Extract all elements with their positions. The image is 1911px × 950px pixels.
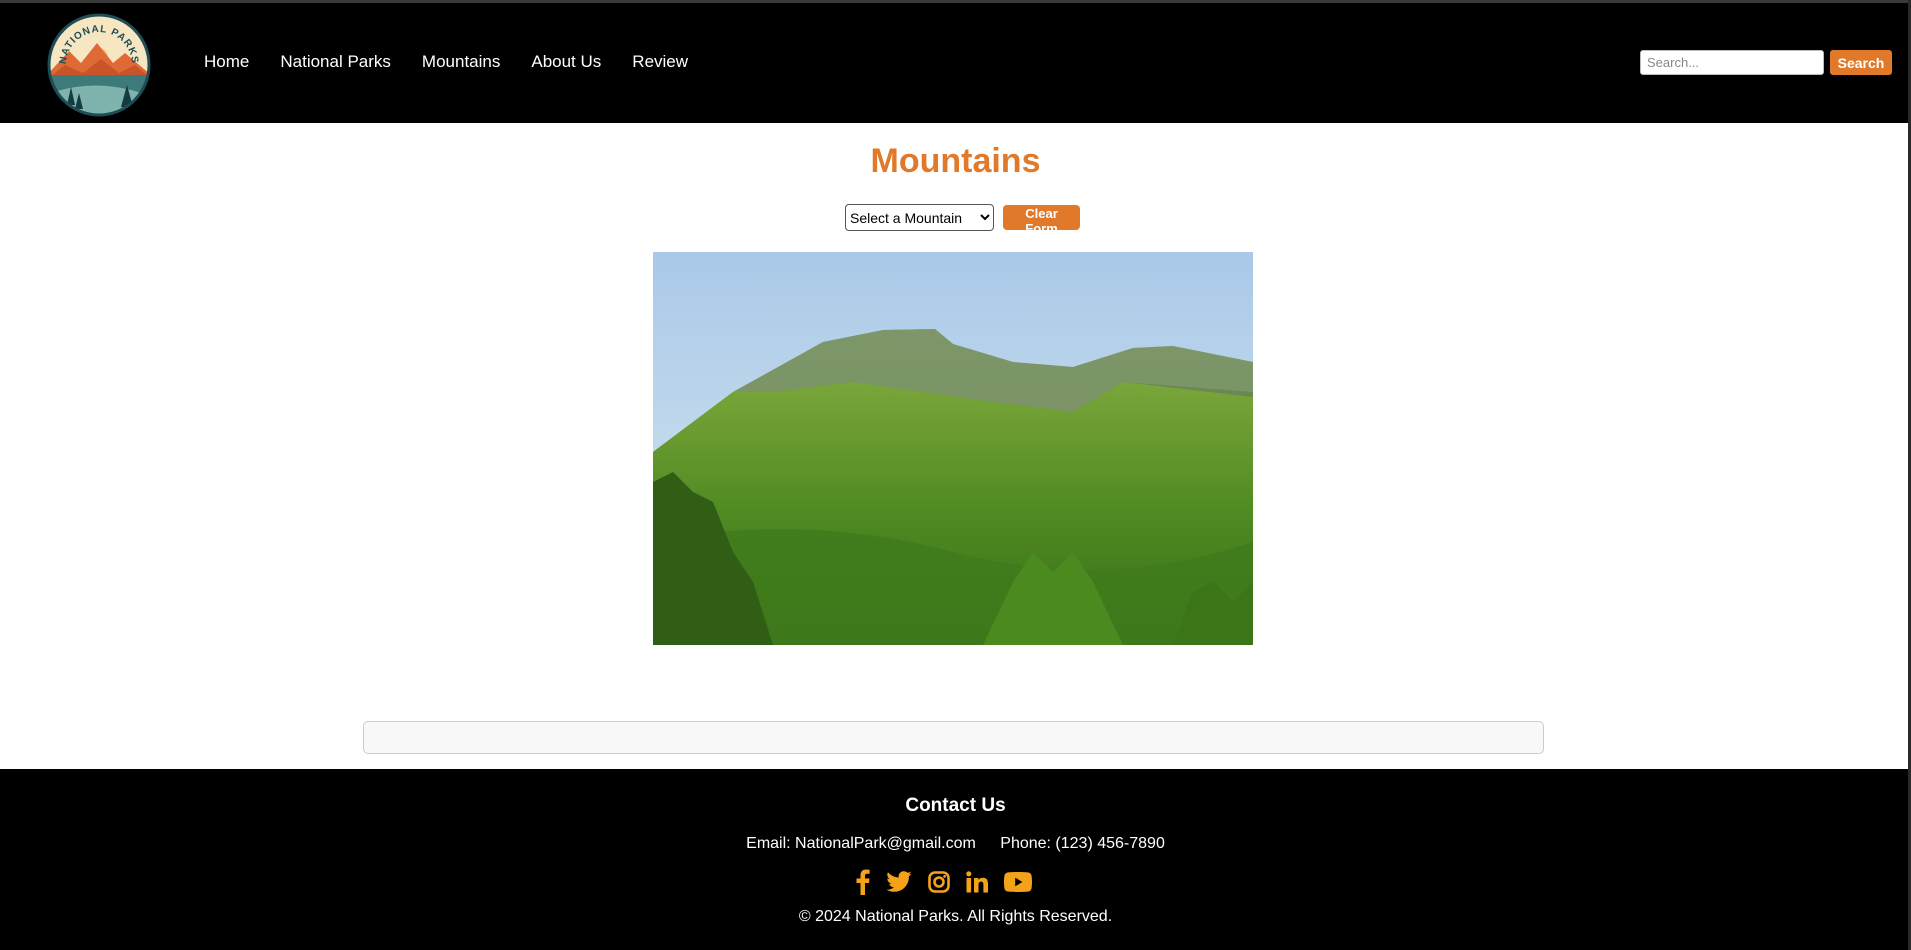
contact-title: Contact Us xyxy=(905,795,1006,816)
copyright: © 2024 National Parks. All Rights Reserv… xyxy=(798,908,1113,925)
nav-about-us[interactable]: About Us xyxy=(531,52,601,72)
mountain-select[interactable]: Select a Mountain xyxy=(845,204,994,231)
site-header: NATIONAL PARKS Home National Parks Mount… xyxy=(0,3,1911,123)
search-input[interactable] xyxy=(1640,50,1824,75)
search-button[interactable]: Search xyxy=(1830,50,1892,75)
facebook-icon[interactable] xyxy=(856,869,870,900)
nav-national-parks[interactable]: National Parks xyxy=(280,52,391,72)
main-nav: Home National Parks Mountains About Us R… xyxy=(204,52,719,72)
nav-mountains[interactable]: Mountains xyxy=(422,52,500,72)
linkedin-icon[interactable] xyxy=(966,871,988,898)
clear-form-button[interactable]: Clear Form xyxy=(1003,205,1080,236)
contact-email: Email: NationalPark@gmail.com xyxy=(746,835,976,852)
mountain-form: Select a Mountain Clear Form xyxy=(845,204,1080,236)
contact-info: Email: NationalPark@gmail.com Phone: (12… xyxy=(0,835,1911,853)
youtube-icon[interactable] xyxy=(1004,872,1032,897)
instagram-icon[interactable] xyxy=(928,871,950,898)
site-footer: Contact Us Email: NationalPark@gmail.com… xyxy=(0,769,1911,950)
twitter-icon[interactable] xyxy=(886,871,912,898)
page-title: Mountains xyxy=(870,142,1041,180)
contact-phone: Phone: (123) 456-7890 xyxy=(1000,835,1165,852)
search-form: Search xyxy=(1640,50,1892,75)
nav-review[interactable]: Review xyxy=(632,52,688,72)
mountain-photo xyxy=(653,252,1253,645)
social-links xyxy=(856,869,1032,900)
nav-home[interactable]: Home xyxy=(204,52,249,72)
national-parks-logo[interactable]: NATIONAL PARKS xyxy=(47,13,151,117)
mountain-info-box xyxy=(363,721,1544,754)
